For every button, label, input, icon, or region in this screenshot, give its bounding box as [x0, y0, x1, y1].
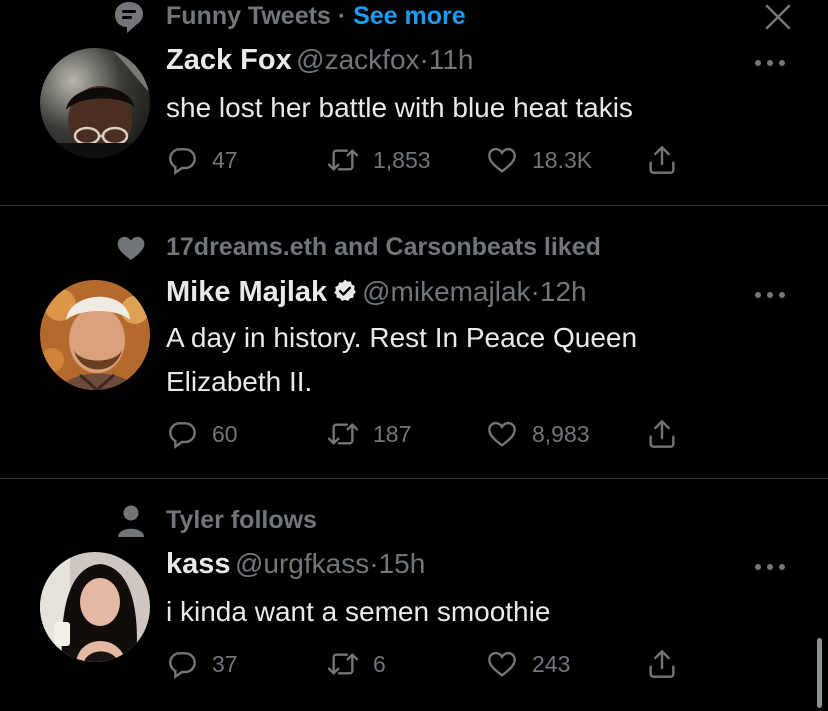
- tweet-header: Mike Majlak @mikemajlak·12h: [166, 276, 587, 309]
- more-icon[interactable]: [750, 55, 790, 71]
- topic-context: Funny Tweets · See more: [166, 2, 466, 31]
- more-icon[interactable]: [750, 287, 790, 303]
- retweet-button[interactable]: 1,853: [327, 144, 431, 176]
- reply-count: 37: [212, 650, 238, 677]
- like-icon: [486, 418, 518, 450]
- reply-icon: [166, 418, 198, 450]
- avatar-zack-fox[interactable]: [40, 48, 150, 158]
- retweet-button[interactable]: 6: [327, 648, 386, 680]
- tweet-text: i kinda want a semen smoothie: [166, 596, 551, 627]
- close-icon[interactable]: [764, 3, 792, 31]
- social-context[interactable]: Tyler follows: [166, 506, 317, 535]
- retweet-icon: [327, 418, 359, 450]
- scrollbar[interactable]: [817, 638, 822, 708]
- like-count: 243: [532, 650, 571, 677]
- reply-count: 60: [212, 420, 238, 447]
- divider: [0, 478, 828, 479]
- author-name[interactable]: Zack Fox: [166, 44, 292, 76]
- avatar-mike-majlak[interactable]: [40, 280, 150, 390]
- author-handle[interactable]: @zackfox: [296, 44, 419, 75]
- topic-name: Funny Tweets: [166, 2, 331, 30]
- tweet-time[interactable]: 12h: [540, 276, 587, 307]
- retweet-icon: [327, 648, 359, 680]
- topic-icon: [112, 0, 146, 34]
- reply-icon: [166, 144, 198, 176]
- like-count: 8,983: [532, 420, 590, 447]
- like-button[interactable]: 243: [486, 648, 570, 680]
- verified-badge-icon: [333, 279, 356, 301]
- reply-button[interactable]: 47: [166, 144, 238, 176]
- tweet-text: she lost her battle with blue heat takis: [166, 92, 633, 123]
- meta-dot: ·: [419, 44, 429, 75]
- retweet-count: 1,853: [373, 146, 431, 173]
- tweet-time[interactable]: 15h: [379, 548, 426, 579]
- reply-button[interactable]: 60: [166, 418, 238, 450]
- share-icon[interactable]: [646, 418, 678, 455]
- author-name[interactable]: kass: [166, 548, 231, 580]
- like-icon: [486, 648, 518, 680]
- social-context[interactable]: 17dreams.eth and Carsonbeats liked: [166, 233, 601, 262]
- reply-icon: [166, 648, 198, 680]
- divider: [0, 205, 828, 206]
- retweet-count: 187: [373, 420, 412, 447]
- retweet-button[interactable]: 187: [327, 418, 411, 450]
- tweet-time[interactable]: 11h: [429, 44, 474, 75]
- like-icon: [486, 144, 518, 176]
- person-icon: [116, 504, 146, 543]
- like-button[interactable]: 18.3K: [486, 144, 592, 176]
- meta-dot: ·: [530, 276, 540, 307]
- tweet-text-line: Elizabeth II.: [166, 366, 313, 397]
- heart-icon: [114, 232, 148, 269]
- author-name[interactable]: Mike Majlak: [166, 276, 327, 308]
- like-count: 18.3K: [532, 146, 593, 173]
- share-icon[interactable]: [646, 144, 678, 181]
- retweet-icon: [327, 144, 359, 176]
- reply-count: 47: [212, 146, 238, 173]
- retweet-count: 6: [373, 650, 386, 677]
- tweet-text: A day in history. Rest In Peace Queen El…: [166, 316, 766, 404]
- author-handle[interactable]: @mikemajlak: [362, 276, 530, 307]
- more-icon[interactable]: [750, 559, 790, 575]
- like-button[interactable]: 8,983: [486, 418, 590, 450]
- tweet-header: Zack Fox @zackfox·11h: [166, 44, 474, 77]
- avatar-kass[interactable]: [40, 552, 150, 662]
- topic-separator: ·: [337, 2, 347, 30]
- tweet-header: kass @urgfkass·15h: [166, 548, 425, 581]
- tweet-text-line: A day in history. Rest In Peace Queen: [166, 322, 638, 353]
- see-more-link[interactable]: See more: [353, 2, 466, 30]
- meta-dot: ·: [369, 548, 379, 579]
- author-handle[interactable]: @urgfkass: [235, 548, 369, 579]
- reply-button[interactable]: 37: [166, 648, 238, 680]
- share-icon[interactable]: [646, 648, 678, 685]
